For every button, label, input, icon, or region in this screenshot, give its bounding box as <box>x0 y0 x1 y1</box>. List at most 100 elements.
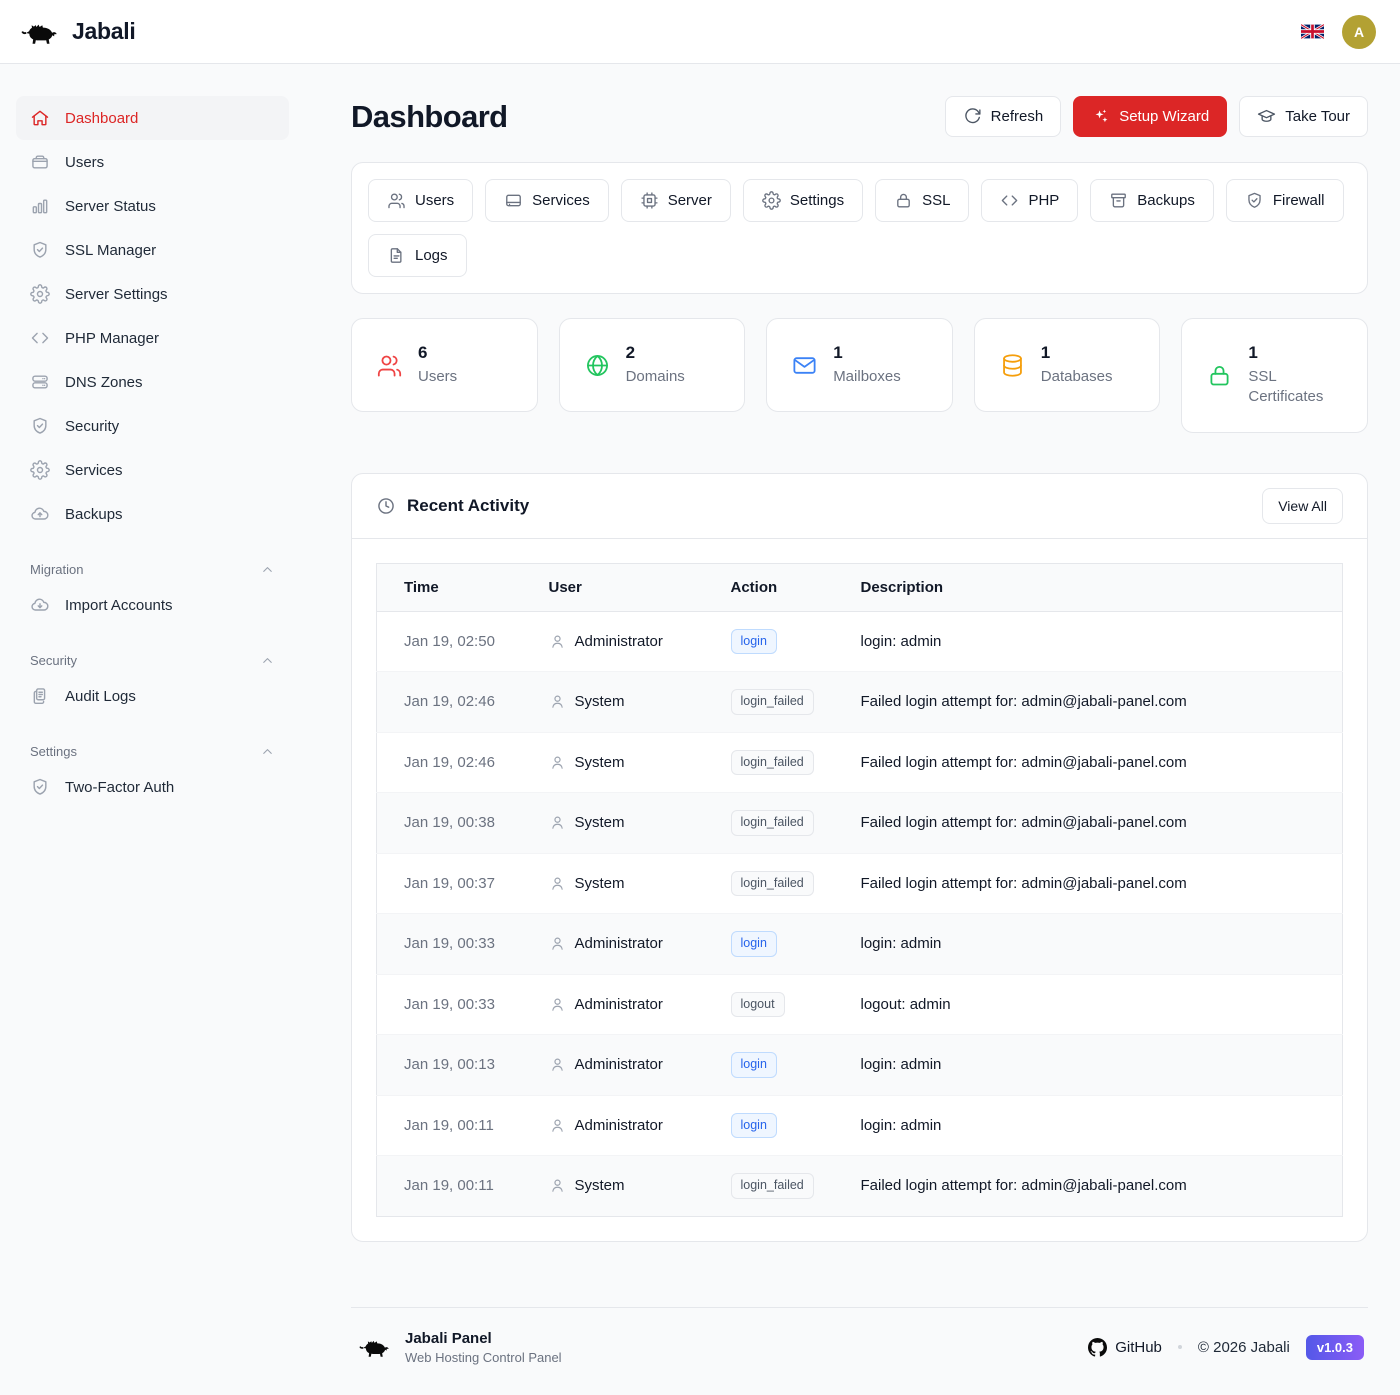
sidebar-item-label: PHP Manager <box>65 330 159 347</box>
quick-action-settings[interactable]: Settings <box>743 179 863 222</box>
column-header-action: Action <box>715 563 845 611</box>
setup-wizard-button[interactable]: Setup Wizard <box>1073 96 1227 137</box>
table-row: Jan 19, 00:37 System login_failed Failed… <box>377 853 1343 914</box>
sidebar-item-backups[interactable]: Backups <box>16 492 289 536</box>
user-icon <box>549 996 566 1013</box>
stat-card-domains[interactable]: 2 Domains <box>559 318 746 412</box>
boar-logo-icon <box>16 14 62 50</box>
column-header-description: Description <box>845 563 1343 611</box>
sidebar-item-two-factor-auth[interactable]: Two-Factor Auth <box>16 765 289 809</box>
activity-user: System <box>575 754 625 771</box>
archive-box-icon <box>1109 191 1128 210</box>
sidebar-item-import-accounts[interactable]: Import Accounts <box>16 583 289 627</box>
activity-description: Failed login attempt for: admin@jabali-p… <box>845 793 1343 854</box>
refresh-icon <box>963 107 982 126</box>
user-icon <box>549 1117 566 1134</box>
shield-check-icon <box>30 777 50 797</box>
chevron-up-icon <box>260 562 275 577</box>
quick-action-users[interactable]: Users <box>368 179 473 222</box>
sidebar-item-label: Server Settings <box>65 286 168 303</box>
sidebar-item-server-status[interactable]: Server Status <box>16 184 289 228</box>
copyright-text: © 2026 Jabali <box>1198 1339 1290 1356</box>
sidebar-section-security[interactable]: Security <box>30 653 275 668</box>
quick-action-logs[interactable]: Logs <box>368 234 467 277</box>
user-avatar[interactable]: A <box>1342 15 1376 49</box>
clipboard-icon <box>30 686 50 706</box>
sidebar-item-label: Server Status <box>65 198 156 215</box>
quick-action-server[interactable]: Server <box>621 179 731 222</box>
user-icon <box>549 754 566 771</box>
view-all-button[interactable]: View All <box>1262 488 1343 524</box>
shield-check-icon <box>1245 191 1264 210</box>
activity-user: System <box>575 814 625 831</box>
sidebar-item-label: Services <box>65 462 123 479</box>
activity-time: Jan 19, 00:11 <box>377 1156 533 1217</box>
activity-time: Jan 19, 00:33 <box>377 914 533 975</box>
sparkles-icon <box>1091 107 1110 126</box>
page-title: Dashboard <box>351 99 508 135</box>
user-icon <box>549 693 566 710</box>
table-row: Jan 19, 00:38 System login_failed Failed… <box>377 793 1343 854</box>
user-icon <box>549 875 566 892</box>
refresh-button[interactable]: Refresh <box>945 96 1062 137</box>
quick-action-backups[interactable]: Backups <box>1090 179 1214 222</box>
action-badge: login <box>731 1113 777 1139</box>
stat-label: Mailboxes <box>833 367 901 387</box>
github-link[interactable]: GitHub <box>1088 1338 1162 1357</box>
dot-separator <box>1178 1345 1182 1349</box>
sidebar-item-ssl-manager[interactable]: SSL Manager <box>16 228 289 272</box>
stat-label: Domains <box>626 367 685 387</box>
sidebar-item-services[interactable]: Services <box>16 448 289 492</box>
sidebar-item-users[interactable]: Users <box>16 140 289 184</box>
sidebar-item-security[interactable]: Security <box>16 404 289 448</box>
sidebar-item-dns-zones[interactable]: DNS Zones <box>16 360 289 404</box>
sidebar-item-audit-logs[interactable]: Audit Logs <box>16 674 289 718</box>
activity-user: Administrator <box>575 1056 663 1073</box>
sidebar-section-migration[interactable]: Migration <box>30 562 275 577</box>
quick-action-ssl[interactable]: SSL <box>875 179 969 222</box>
brand-name: Jabali <box>72 18 135 45</box>
activity-time: Jan 19, 00:13 <box>377 1035 533 1096</box>
footer: Jabali Panel Web Hosting Control Panel G… <box>351 1307 1368 1395</box>
sidebar-item-label: Users <box>65 154 104 171</box>
activity-user: System <box>575 1177 625 1194</box>
activity-time: Jan 19, 02:46 <box>377 672 533 733</box>
brand-logo[interactable]: Jabali <box>16 14 135 50</box>
language-flag-uk-icon[interactable] <box>1301 23 1324 40</box>
user-icon <box>549 935 566 952</box>
boar-logo-icon <box>355 1332 393 1362</box>
take-tour-button[interactable]: Take Tour <box>1239 96 1368 137</box>
stat-card-users[interactable]: 6 Users <box>351 318 538 412</box>
sidebar-item-php-manager[interactable]: PHP Manager <box>16 316 289 360</box>
action-badge: login_failed <box>731 689 814 715</box>
quick-action-firewall[interactable]: Firewall <box>1226 179 1344 222</box>
stat-value: 1 <box>833 343 901 363</box>
stat-card-ssl-certificates[interactable]: 1 SSL Certificates <box>1181 318 1368 433</box>
stat-label: Users <box>418 367 457 387</box>
sidebar-item-label: Dashboard <box>65 110 138 127</box>
stat-card-databases[interactable]: 1 Databases <box>974 318 1161 412</box>
quick-action-services[interactable]: Services <box>485 179 609 222</box>
main-content: Dashboard Refresh Setup Wizard Take Tour <box>305 64 1400 1395</box>
table-row: Jan 19, 00:33 Administrator logout logou… <box>377 974 1343 1035</box>
sidebar-item-server-settings[interactable]: Server Settings <box>16 272 289 316</box>
sidebar-item-dashboard[interactable]: Dashboard <box>16 96 289 140</box>
user-icon <box>549 1177 566 1194</box>
action-badge: login_failed <box>731 871 814 897</box>
wallet-icon <box>30 152 50 172</box>
sidebar-section-settings[interactable]: Settings <box>30 744 275 759</box>
activity-user: Administrator <box>575 996 663 1013</box>
footer-panel-subtitle: Web Hosting Control Panel <box>405 1350 562 1365</box>
stat-card-mailboxes[interactable]: 1 Mailboxes <box>766 318 953 412</box>
table-row: Jan 19, 02:46 System login_failed Failed… <box>377 732 1343 793</box>
action-badge: login <box>731 629 777 655</box>
quick-action-php[interactable]: PHP <box>981 179 1078 222</box>
chevron-up-icon <box>260 744 275 759</box>
gear-icon <box>30 460 50 480</box>
stat-value: 1 <box>1041 343 1113 363</box>
cloud-download-icon <box>30 595 50 615</box>
sidebar-item-label: Two-Factor Auth <box>65 779 174 796</box>
user-icon <box>549 633 566 650</box>
globe-icon <box>584 352 611 379</box>
gear-icon <box>762 191 781 210</box>
